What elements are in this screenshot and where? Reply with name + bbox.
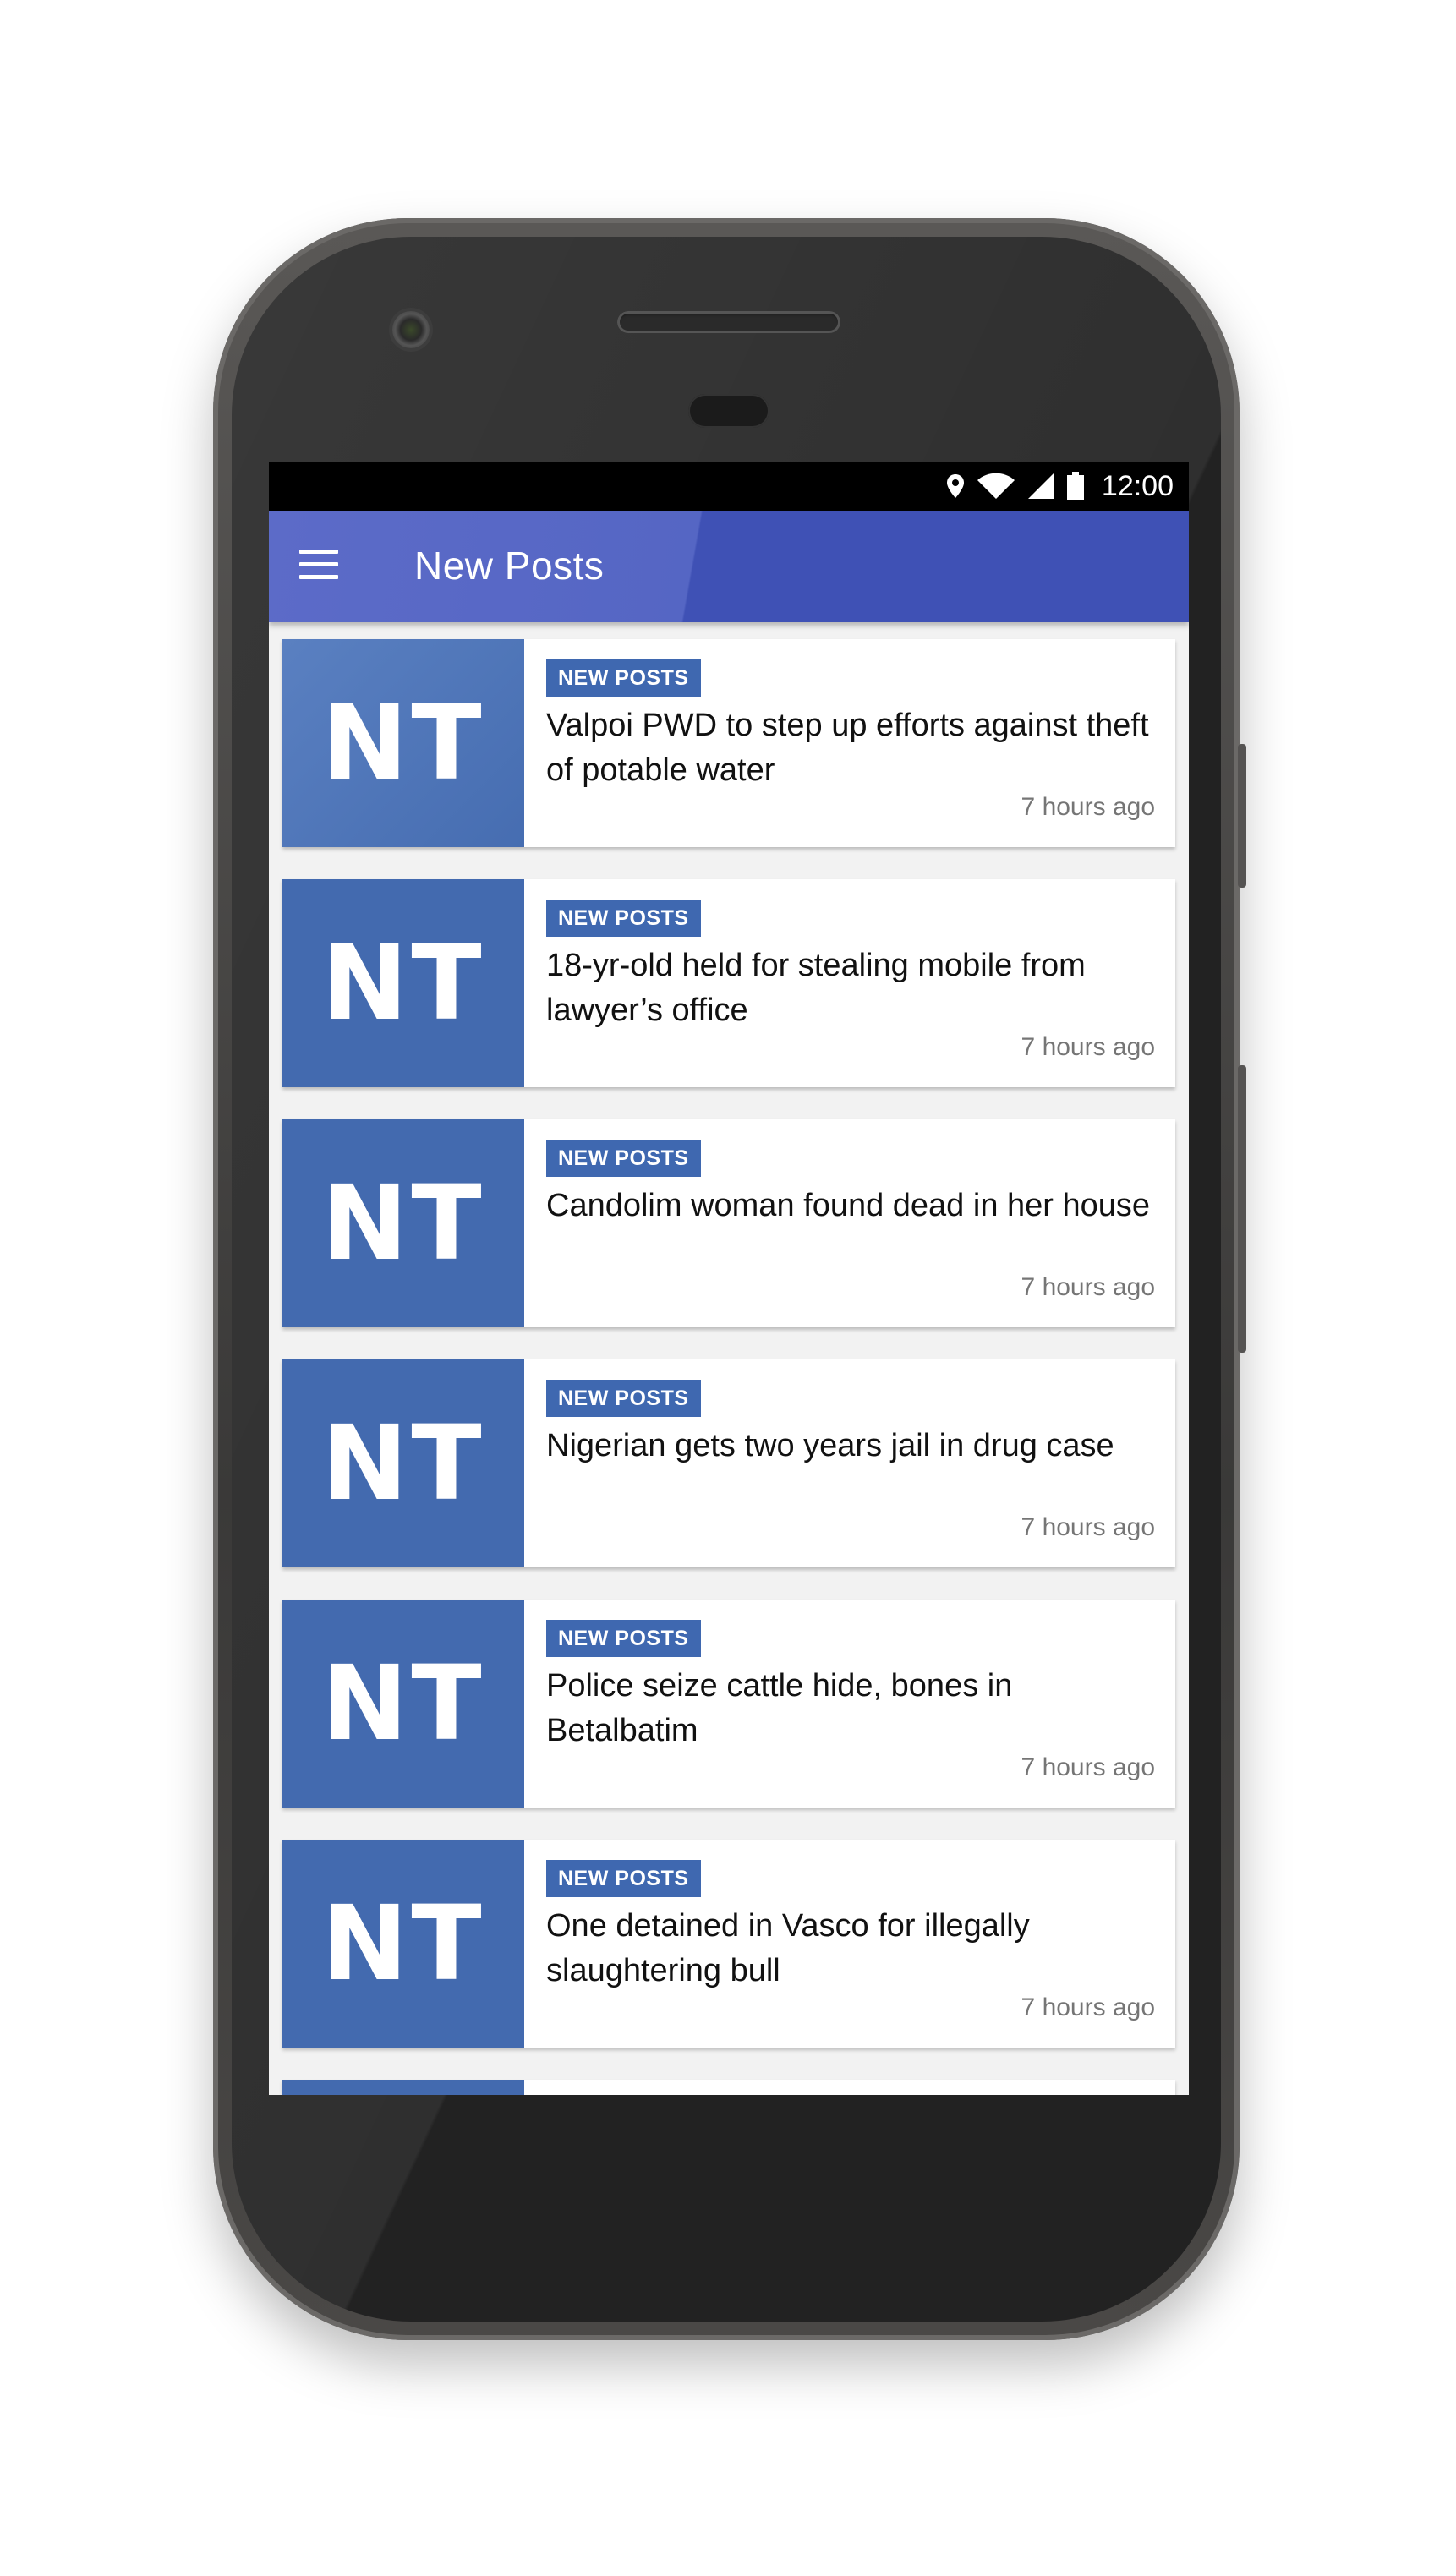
post-thumbnail: NT xyxy=(282,639,524,847)
app-bar: New Posts xyxy=(269,511,1189,622)
post-thumbnail xyxy=(282,2080,524,2095)
thumbnail-logo-text: NT xyxy=(321,1643,485,1764)
post-card[interactable]: NT NEW POSTS Valpoi PWD to step up effor… xyxy=(282,639,1175,847)
post-headline: 18-yr-old held for stealing mobile from … xyxy=(546,948,1086,1028)
thumbnail-logo-text: NT xyxy=(321,683,485,803)
post-card[interactable]: NT NEW POSTS Nigerian gets two years jai… xyxy=(282,1359,1175,1567)
post-card[interactable]: NT NEW POSTS Police seize cattle hide, b… xyxy=(282,1600,1175,1808)
post-timestamp: 7 hours ago xyxy=(1021,1033,1155,1061)
post-headline: Valpoi PWD to step up efforts against th… xyxy=(546,708,1149,788)
earpiece-speaker xyxy=(617,311,840,333)
front-camera xyxy=(392,311,430,348)
post-thumbnail: NT xyxy=(282,1600,524,1808)
post-card-partial[interactable] xyxy=(282,2080,1175,2095)
post-thumbnail: NT xyxy=(282,879,524,1087)
post-card[interactable]: NT NEW POSTS Candolim woman found dead i… xyxy=(282,1119,1175,1327)
app-screen: 12:00 New Posts NT NEW POSTS Valpoi PWD … xyxy=(269,462,1189,2095)
battery-icon xyxy=(1066,472,1084,500)
thumbnail-logo-text: NT xyxy=(321,1884,485,2004)
status-bar: 12:00 xyxy=(269,462,1189,511)
post-card[interactable]: NT NEW POSTS 18-yr-old held for stealing… xyxy=(282,879,1175,1087)
post-thumbnail: NT xyxy=(282,1359,524,1567)
proximity-sensor xyxy=(688,394,769,428)
status-time: 12:00 xyxy=(1101,469,1174,502)
post-list: NT NEW POSTS Valpoi PWD to step up effor… xyxy=(282,639,1175,2095)
post-timestamp: 7 hours ago xyxy=(1021,1513,1155,1541)
page-title: New Posts xyxy=(414,544,605,588)
status-icons: 12:00 xyxy=(946,462,1174,511)
category-badge: NEW POSTS xyxy=(546,1380,701,1417)
post-timestamp: 7 hours ago xyxy=(1021,1273,1155,1301)
thumbnail-logo-text: NT xyxy=(321,1163,485,1283)
volume-button xyxy=(1238,1065,1246,1353)
post-timestamp: 7 hours ago xyxy=(1021,1994,1155,2021)
hamburger-menu-icon[interactable] xyxy=(299,550,338,583)
post-thumbnail: NT xyxy=(282,1840,524,2048)
location-icon xyxy=(946,474,964,498)
post-card[interactable]: NT NEW POSTS One detained in Vasco for i… xyxy=(282,1840,1175,2048)
category-badge: NEW POSTS xyxy=(546,1860,701,1897)
power-button xyxy=(1238,744,1246,888)
post-headline: One detained in Vasco for illegally slau… xyxy=(546,1908,1030,1988)
signal-icon xyxy=(1027,473,1054,499)
post-thumbnail: NT xyxy=(282,1119,524,1327)
post-timestamp: 7 hours ago xyxy=(1021,793,1155,821)
post-headline: Police seize cattle hide, bones in Betal… xyxy=(546,1668,1013,1748)
category-badge: NEW POSTS xyxy=(546,659,701,697)
category-badge: NEW POSTS xyxy=(546,900,701,937)
thumbnail-logo-text: NT xyxy=(321,1403,485,1523)
category-badge: NEW POSTS xyxy=(546,1620,701,1657)
wifi-icon xyxy=(977,473,1015,499)
post-timestamp: 7 hours ago xyxy=(1021,1753,1155,1781)
thumbnail-logo-text: NT xyxy=(321,923,485,1043)
post-headline: Nigerian gets two years jail in drug cas… xyxy=(546,1428,1114,1463)
post-headline: Candolim woman found dead in her house xyxy=(546,1188,1151,1223)
category-badge: NEW POSTS xyxy=(546,1140,701,1177)
